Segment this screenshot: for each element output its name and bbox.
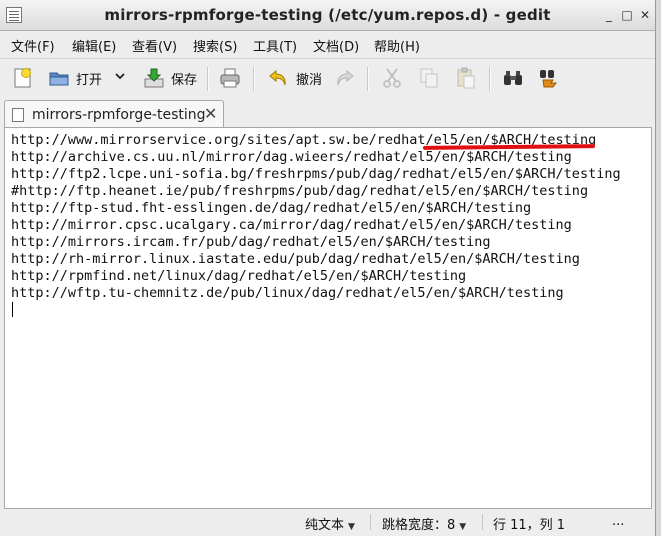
replace-button[interactable] [538,65,560,91]
text-line[interactable]: http://archive.cs.uu.nl/mirror/dag.wieer… [11,149,621,166]
gedit-window: mirrors-rpmforge-testing (/etc/yum.repos… [0,0,656,536]
text-line[interactable]: http://wftp.tu-chemnitz.de/pub/linux/dag… [11,285,621,302]
toolbar-separator [253,67,255,91]
text-editor[interactable]: http://www.mirrorservice.org/sites/apt.s… [4,127,652,509]
open-button[interactable]: 打开 [48,65,102,91]
text-line[interactable]: http://mirrors.ircam.fr/pub/dag/redhat/e… [11,234,621,251]
toolbar-separator [207,67,209,91]
dropdown-arrow-icon: ▼ [348,522,355,532]
tab-width-label: 跳格宽度： [382,518,448,533]
copy-icon [418,67,440,89]
menu-documents[interactable]: 文档(D) [313,36,359,55]
status-separator [482,514,483,530]
text-line[interactable]: http://ftp2.lcpe.uni-sofia.bg/freshrpms/… [11,166,621,183]
save-button[interactable]: 保存 [143,65,197,91]
menu-bar: 文件(F) 编辑(E) 查看(V) 搜索(S) 工具(T) 文档(D) 帮助(H… [0,31,655,57]
binoculars-icon [502,67,524,89]
recent-files-dropdown[interactable] [114,65,126,91]
undo-icon [268,67,290,89]
text-line[interactable]: http://mirror.cpsc.ucalgary.ca/mirror/da… [11,217,621,234]
menu-view[interactable]: 查看(V) [132,36,177,55]
paste-button[interactable] [455,65,477,91]
text-line[interactable]: http://rh-mirror.linux.iastate.edu/pub/d… [11,251,621,268]
document-tabs: mirrors-rpmforge-testing ✕ [0,98,655,128]
maximize-button[interactable]: □ [620,8,634,22]
cursor-position: 行 11，列 1 [493,518,566,533]
undo-button[interactable]: 撤消 [268,65,322,91]
menu-search[interactable]: 搜索(S) [193,36,237,55]
close-window-button[interactable]: ✕ [638,8,652,22]
syntax-mode-selector[interactable]: 纯文本 ▼ [305,514,355,533]
printer-icon [219,67,241,89]
text-document-icon [12,108,24,122]
paste-icon [455,67,477,89]
window-title: mirrors-rpmforge-testing (/etc/yum.repos… [104,6,551,24]
text-line[interactable]: #http://ftp.heanet.ie/pub/freshrpms/pub/… [11,183,621,200]
cut-button[interactable] [381,65,403,91]
open-label: 打开 [76,72,103,88]
minimize-button[interactable]: _ [602,8,616,22]
menu-help[interactable]: 帮助(H) [374,36,420,55]
status-bar: 纯文本 ▼ 跳格宽度：8 ▼ 行 11，列 1 ... [0,509,655,536]
tab-close-button[interactable]: ✕ [204,104,217,123]
syntax-mode-label: 纯文本 [305,518,345,533]
menu-edit[interactable]: 编辑(E) [72,36,116,55]
chevron-down-icon [114,70,126,86]
print-button[interactable] [219,65,241,91]
dropdown-arrow-icon: ▼ [459,522,467,532]
editor-content[interactable]: http://www.mirrorservice.org/sites/apt.s… [11,132,621,302]
text-line[interactable]: http://ftp-stud.fht-esslingen.de/dag/red… [11,200,621,217]
toolbar: 打开 保存 撤消 [0,58,655,99]
status-separator [370,514,371,530]
tab-mirrors-rpmforge-testing[interactable]: mirrors-rpmforge-testing ✕ [4,100,224,128]
folder-icon [48,67,70,89]
save-icon [143,67,165,89]
new-button[interactable] [12,65,34,91]
text-line[interactable]: http://rpmfind.net/linux/dag/redhat/el5/… [11,268,621,285]
undo-label: 撤消 [296,72,323,88]
title-bar[interactable]: mirrors-rpmforge-testing (/etc/yum.repos… [0,0,655,31]
copy-button[interactable] [418,65,440,91]
save-label: 保存 [171,72,198,88]
new-document-icon [12,67,34,89]
menu-tools[interactable]: 工具(T) [253,36,297,55]
tab-width-value: 8 [447,518,456,533]
redo-button[interactable] [333,65,355,91]
find-button[interactable] [502,65,524,91]
toolbar-separator [367,67,369,91]
tab-width-selector[interactable]: 跳格宽度：8 ▼ [382,514,466,533]
find-replace-icon [538,67,560,89]
scissors-icon [381,67,403,89]
insert-mode: ... [612,514,625,529]
redo-icon [333,67,355,89]
menu-file[interactable]: 文件(F) [11,36,55,55]
toolbar-separator [489,67,491,91]
text-cursor [12,302,13,317]
tab-label: mirrors-rpmforge-testing [32,107,206,123]
